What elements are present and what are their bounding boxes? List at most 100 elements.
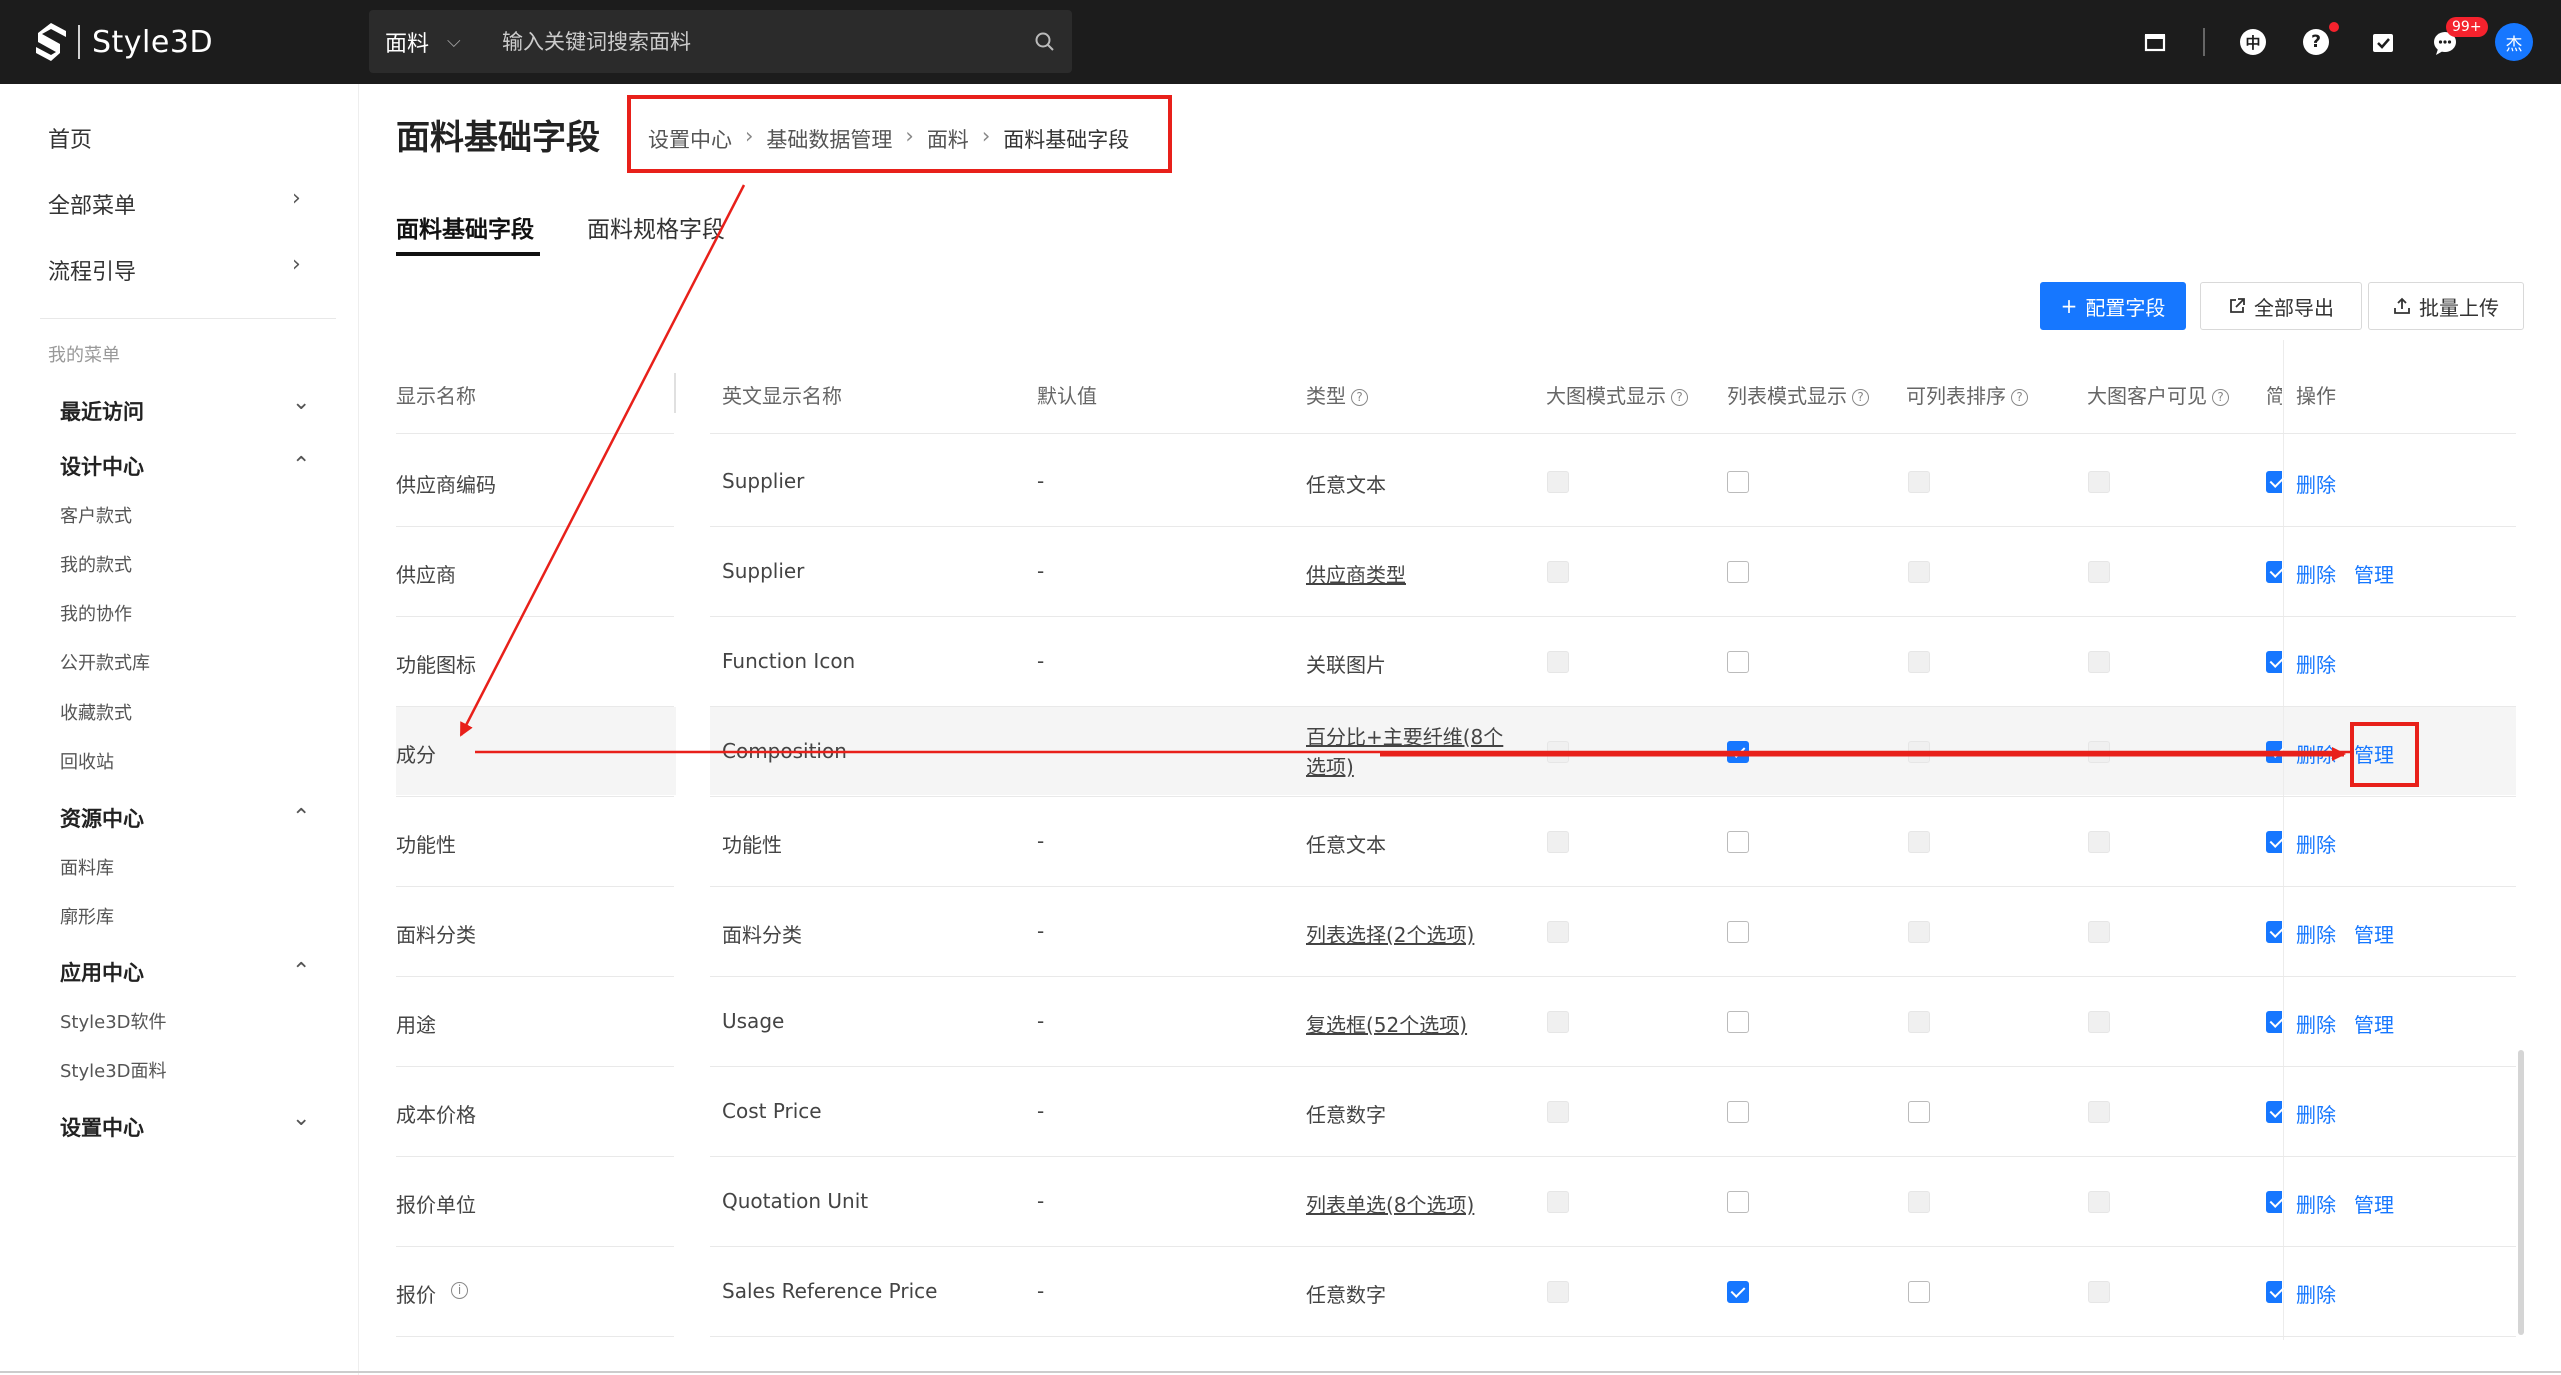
- chevron-up-icon[interactable]: ⌃: [292, 453, 310, 478]
- sidebar-group-apps[interactable]: 应用中心: [60, 957, 144, 987]
- sidebar-group-settings[interactable]: 设置中心: [60, 1112, 144, 1142]
- chevron-down-icon[interactable]: ⌄: [292, 390, 310, 415]
- sidebar-group-recent[interactable]: 最近访问: [60, 396, 144, 426]
- checkbox[interactable]: [1908, 1281, 1930, 1303]
- checkbox[interactable]: [2266, 1101, 2282, 1123]
- help-circle-icon[interactable]: ?: [1852, 389, 1869, 406]
- store-icon[interactable]: [2140, 27, 2170, 57]
- tab-basic-fields[interactable]: 面料基础字段: [396, 210, 534, 244]
- field-type-link[interactable]: 百分比+主要纤维(8个选项): [1306, 722, 1516, 782]
- field-type-link[interactable]: 列表单选(8个选项): [1306, 1189, 1474, 1218]
- breadcrumb-item[interactable]: 面料: [927, 124, 969, 154]
- field-type-link[interactable]: 供应商类型: [1306, 559, 1406, 588]
- sidebar-item-fabric-library[interactable]: 面料库: [60, 854, 114, 880]
- delete-link[interactable]: 删除: [2296, 1099, 2336, 1128]
- checkbox[interactable]: [1727, 741, 1749, 763]
- delete-link[interactable]: 删除: [2296, 919, 2336, 948]
- checkbox[interactable]: [2266, 741, 2282, 763]
- info-icon[interactable]: i: [451, 1282, 468, 1299]
- search-input[interactable]: [502, 10, 1022, 73]
- checkbox[interactable]: [1727, 1101, 1749, 1123]
- sidebar-item-style3d-software[interactable]: Style3D软件: [60, 1008, 167, 1034]
- sidebar-item-favorites[interactable]: 收藏款式: [60, 699, 132, 725]
- checkbox[interactable]: [1727, 1281, 1749, 1303]
- help-icon[interactable]: ?: [2303, 29, 2329, 55]
- checkbox: [1908, 1191, 1930, 1213]
- checkbox[interactable]: [2266, 651, 2282, 673]
- checkbox[interactable]: [1727, 1011, 1749, 1033]
- sidebar-item-style3d-fabric[interactable]: Style3D面料: [60, 1057, 167, 1083]
- checkbox[interactable]: [2266, 561, 2282, 583]
- checkbox: [2088, 831, 2110, 853]
- sidebar-item-all-menu[interactable]: 全部菜单: [48, 188, 136, 220]
- sidebar-item-recycle-bin[interactable]: 回收站: [60, 748, 114, 774]
- checkbox[interactable]: [2266, 1191, 2282, 1213]
- tab-spec-fields[interactable]: 面料规格字段: [587, 210, 725, 244]
- english-name: Function Icon: [722, 649, 856, 673]
- checkbox[interactable]: [1727, 1191, 1749, 1213]
- sidebar-item-home[interactable]: 首页: [48, 122, 92, 154]
- checkbox[interactable]: [2266, 921, 2282, 943]
- manage-link[interactable]: 管理: [2354, 919, 2394, 948]
- delete-link[interactable]: 删除: [2296, 739, 2336, 768]
- checkbox[interactable]: [2266, 471, 2282, 493]
- avatar[interactable]: 杰: [2495, 23, 2533, 61]
- delete-link[interactable]: 删除: [2296, 559, 2336, 588]
- language-icon[interactable]: 中: [2240, 29, 2266, 55]
- breadcrumb-item[interactable]: 基础数据管理: [766, 124, 892, 154]
- sidebar-item-my-collab[interactable]: 我的协作: [60, 600, 132, 626]
- manage-link[interactable]: 管理: [2354, 559, 2394, 588]
- checkbox[interactable]: [2266, 831, 2282, 853]
- batch-upload-button[interactable]: 批量上传: [2368, 282, 2524, 330]
- chevron-up-icon[interactable]: ⌃: [292, 959, 310, 984]
- chevron-up-icon[interactable]: ⌃: [292, 805, 310, 830]
- sidebar-item-my-styles[interactable]: 我的款式: [60, 551, 132, 577]
- sidebar-group-design[interactable]: 设计中心: [60, 451, 144, 481]
- sidebar-item-silhouette-library[interactable]: 廓形库: [60, 903, 114, 929]
- column-resizer[interactable]: [674, 373, 676, 413]
- row-divider: [396, 706, 674, 707]
- breadcrumb-item[interactable]: 设置中心: [648, 124, 732, 154]
- field-type-link[interactable]: 复选框(52个选项): [1306, 1009, 1467, 1038]
- sidebar-divider: [40, 318, 336, 319]
- delete-link[interactable]: 删除: [2296, 1279, 2336, 1308]
- sidebar-item-guide[interactable]: 流程引导: [48, 254, 136, 286]
- checkbox: [1547, 921, 1569, 943]
- manage-link[interactable]: 管理: [2354, 1009, 2394, 1038]
- checkbox[interactable]: [1727, 561, 1749, 583]
- vertical-scrollbar[interactable]: [2518, 1050, 2524, 1335]
- checkbox[interactable]: [1908, 1101, 1930, 1123]
- manage-link[interactable]: 管理: [2354, 1189, 2394, 1218]
- export-all-button[interactable]: 全部导出: [2200, 282, 2362, 330]
- delete-link[interactable]: 删除: [2296, 469, 2336, 498]
- row-divider: [710, 976, 2516, 977]
- delete-link[interactable]: 删除: [2296, 829, 2336, 858]
- checkbox[interactable]: [1727, 651, 1749, 673]
- checkbox[interactable]: [1727, 831, 1749, 853]
- row-divider: [396, 1156, 674, 1157]
- help-circle-icon[interactable]: ?: [2212, 389, 2229, 406]
- logo[interactable]: Style3D: [34, 22, 213, 62]
- checkbox[interactable]: [2266, 1011, 2282, 1033]
- chevron-down-icon[interactable]: ⌄: [292, 1106, 310, 1131]
- config-field-button[interactable]: + 配置字段: [2040, 282, 2186, 330]
- delete-link[interactable]: 删除: [2296, 1009, 2336, 1038]
- search-icon[interactable]: [1034, 31, 1056, 53]
- delete-link[interactable]: 删除: [2296, 1189, 2336, 1218]
- checkbox[interactable]: [1727, 471, 1749, 493]
- english-name: Quotation Unit: [722, 1189, 869, 1213]
- sidebar-item-public-library[interactable]: 公开款式库: [60, 649, 150, 675]
- checkbox[interactable]: [1727, 921, 1749, 943]
- checkbox[interactable]: [2266, 1281, 2282, 1303]
- chevron-right-icon: ›: [292, 252, 301, 277]
- sidebar-item-client-styles[interactable]: 客户款式: [60, 502, 132, 528]
- delete-link[interactable]: 删除: [2296, 649, 2336, 678]
- search-type-select[interactable]: 面料 ⌵: [385, 10, 461, 73]
- help-circle-icon[interactable]: ?: [1351, 389, 1368, 406]
- task-icon[interactable]: [2368, 27, 2398, 57]
- field-type-link[interactable]: 列表选择(2个选项): [1306, 919, 1474, 948]
- manage-link[interactable]: 管理: [2354, 739, 2394, 768]
- sidebar-group-resource[interactable]: 资源中心: [60, 803, 144, 833]
- help-circle-icon[interactable]: ?: [2011, 389, 2028, 406]
- help-circle-icon[interactable]: ?: [1671, 389, 1688, 406]
